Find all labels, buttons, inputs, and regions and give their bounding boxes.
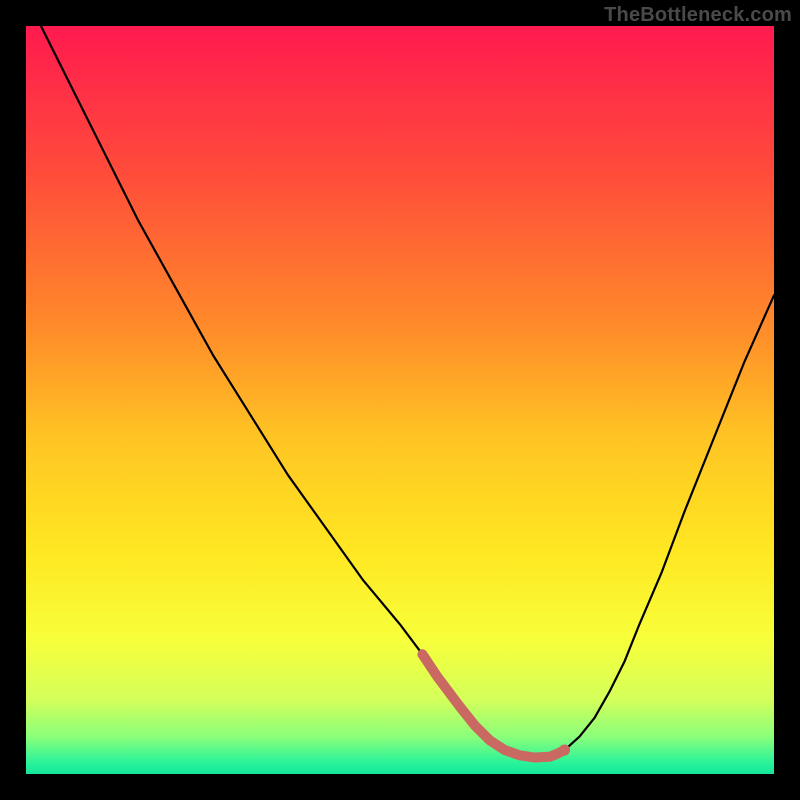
highlight-marker [559, 745, 570, 756]
plot-area [26, 26, 774, 774]
gradient-background [26, 26, 774, 774]
watermark-text: TheBottleneck.com [604, 4, 792, 27]
chart-frame: TheBottleneck.com [0, 0, 800, 800]
chart-svg [26, 26, 774, 774]
